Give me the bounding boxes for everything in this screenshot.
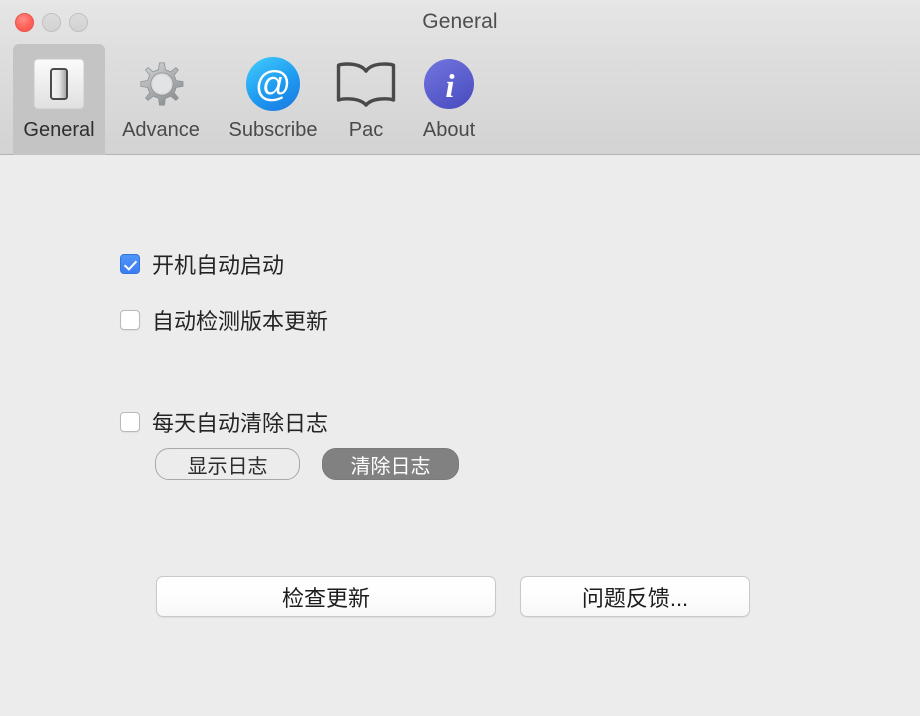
show-log-button-label: 显示日志 — [187, 455, 268, 478]
info-circle-icon: i — [422, 51, 476, 117]
checkbox-label-launch-at-login: 开机自动启动 — [152, 253, 285, 278]
tab-label-about: About — [422, 119, 476, 141]
check-update-button-label: 检查更新 — [281, 585, 370, 611]
toolbar-tabs: General Advance @ Subscribe Pac i About — [0, 44, 495, 155]
preferences-window: General General Advance @ Subscribe Pac … — [0, 0, 920, 716]
check-update-button[interactable]: 检查更新 — [156, 576, 496, 617]
tab-general[interactable]: General — [13, 44, 105, 155]
at-sign-icon: @ — [244, 51, 302, 117]
tab-subscribe[interactable]: @ Subscribe — [217, 44, 329, 155]
clear-log-button-label: 清除日志 — [350, 455, 431, 478]
checkbox-label-daily-clear-log: 每天自动清除日志 — [152, 411, 329, 436]
checkbox-auto-check-update[interactable] — [120, 310, 140, 330]
open-book-icon — [335, 51, 397, 117]
checkbox-row-daily-clear-log[interactable]: 每天自动清除日志 — [120, 406, 328, 438]
svg-text:i: i — [445, 69, 455, 105]
checkbox-row-launch-at-login[interactable]: 开机自动启动 — [120, 248, 284, 280]
tab-advance[interactable]: Advance — [105, 44, 217, 155]
clear-log-button[interactable]: 清除日志 — [322, 448, 459, 480]
tab-label-pac: Pac — [348, 119, 384, 141]
content-pane: 开机自动启动 自动检测版本更新 每天自动清除日志 显示日志 清除日志 检查更新 … — [0, 156, 920, 716]
tab-about[interactable]: i About — [403, 44, 495, 155]
light-switch-icon — [30, 51, 88, 117]
svg-text:@: @ — [255, 63, 292, 104]
gear-icon — [130, 51, 192, 117]
tab-label-general: General — [23, 119, 95, 141]
checkbox-launch-at-login[interactable] — [120, 254, 140, 274]
checkbox-label-auto-check-update: 自动检测版本更新 — [152, 309, 329, 334]
feedback-button[interactable]: 问题反馈... — [520, 576, 750, 617]
checkbox-row-auto-check-update[interactable]: 自动检测版本更新 — [120, 304, 328, 336]
feedback-button-label: 问题反馈... — [581, 585, 689, 611]
tab-pac[interactable]: Pac — [329, 44, 403, 155]
tab-label-advance: Advance — [122, 119, 200, 141]
checkbox-daily-clear-log[interactable] — [120, 412, 140, 432]
titlebar: General General Advance @ Subscribe Pac … — [0, 0, 920, 155]
show-log-button[interactable]: 显示日志 — [155, 448, 300, 480]
tab-label-subscribe: Subscribe — [228, 119, 318, 141]
window-title: General — [422, 10, 498, 33]
